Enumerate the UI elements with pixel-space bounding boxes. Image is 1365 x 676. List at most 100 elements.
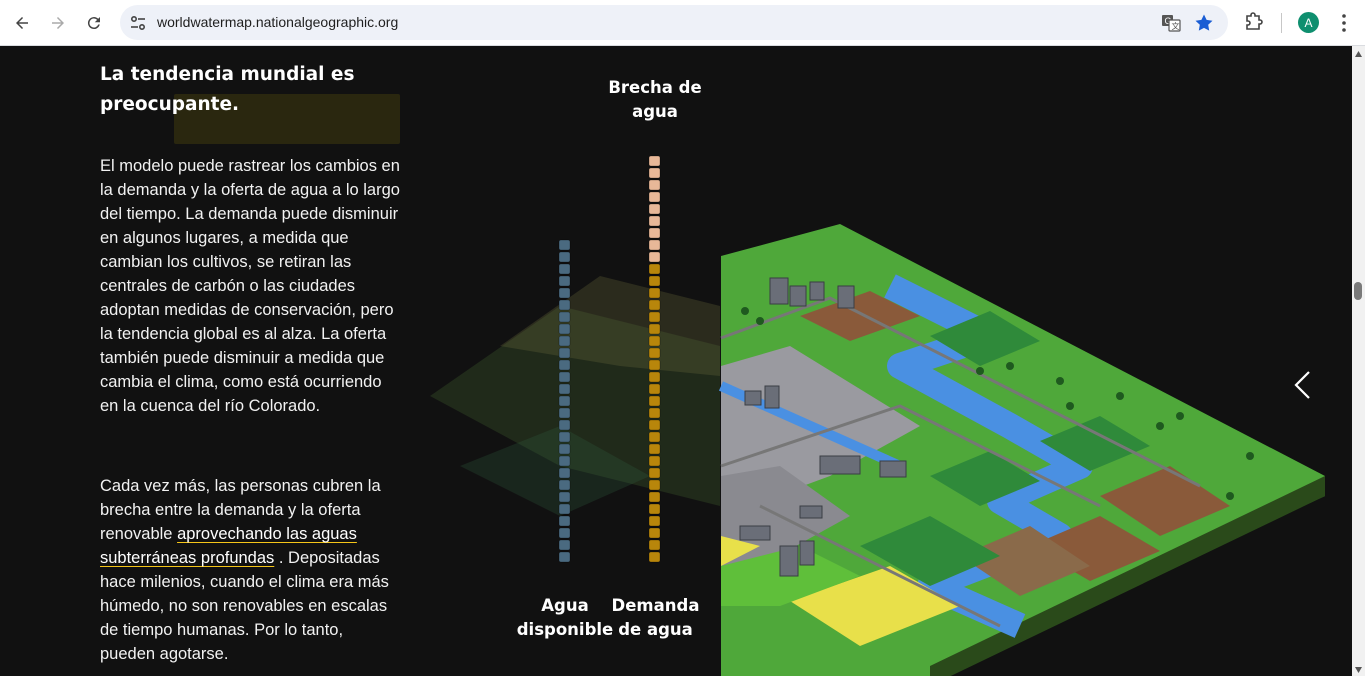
scroll-down-icon[interactable] <box>1354 666 1363 674</box>
supply-block <box>558 527 571 539</box>
scrollbar-thumb[interactable] <box>1354 282 1362 300</box>
arrow-left-icon <box>16 17 28 29</box>
demand-block <box>648 263 661 275</box>
demand-block <box>648 371 661 383</box>
supply-block <box>558 431 571 443</box>
back-button[interactable] <box>8 9 36 37</box>
chevron-left-icon[interactable] <box>1290 370 1316 400</box>
supply-block <box>558 299 571 311</box>
demand-block <box>648 527 661 539</box>
demand-block <box>648 467 661 479</box>
gap-block <box>648 155 661 167</box>
supply-block <box>558 479 571 491</box>
building <box>779 545 799 577</box>
building <box>739 525 771 541</box>
supply-label: Agua disponible <box>516 596 614 639</box>
demand-block <box>648 515 661 527</box>
profile-avatar[interactable]: A <box>1298 12 1319 33</box>
gap-block <box>648 215 661 227</box>
gap-block <box>648 191 661 203</box>
building <box>819 455 861 475</box>
building <box>799 540 815 566</box>
gap-block <box>648 167 661 179</box>
building <box>809 281 825 301</box>
supply-block <box>558 311 571 323</box>
section-heading: La tendencia mundial es preocupante. <box>100 64 355 115</box>
web-page: La tendencia mundial es preocupante. El … <box>0 46 1352 676</box>
building <box>769 277 789 305</box>
reload-icon <box>87 17 100 30</box>
demand-block <box>648 431 661 443</box>
supply-block <box>558 371 571 383</box>
demand-block <box>648 383 661 395</box>
address-bar[interactable]: worldwatermap.nationalgeographic.org G 文 <box>120 5 1228 40</box>
building <box>744 390 762 406</box>
article-paragraph-2: Cada vez más, las personas cubren la bre… <box>100 474 400 666</box>
tree <box>756 317 764 325</box>
building <box>837 285 855 309</box>
more-menu-icon[interactable] <box>1333 12 1355 34</box>
tree <box>1226 492 1234 500</box>
article-paragraph-1-wrap: El modelo puede rastrear los cambios en … <box>100 154 400 418</box>
supply-block <box>558 419 571 431</box>
demand-block <box>648 335 661 347</box>
gap-block <box>648 203 661 215</box>
demand-block <box>648 395 661 407</box>
demand-block <box>648 311 661 323</box>
gap-block <box>648 227 661 239</box>
demand-block <box>648 347 661 359</box>
url-text[interactable]: worldwatermap.nationalgeographic.org <box>157 14 398 30</box>
supply-block <box>558 287 571 299</box>
translate-icon[interactable]: G 文 <box>1161 13 1181 33</box>
demand-block <box>648 491 661 503</box>
supply-block <box>558 407 571 419</box>
tree <box>1176 412 1184 420</box>
demand-block <box>648 479 661 491</box>
supply-block <box>558 263 571 275</box>
page-scrollbar[interactable] <box>1352 46 1365 676</box>
demand-block <box>648 503 661 515</box>
svg-text:文: 文 <box>1172 21 1180 31</box>
tree <box>1066 402 1074 410</box>
demand-block <box>648 539 661 551</box>
site-settings-icon[interactable] <box>128 13 148 33</box>
demand-block <box>648 455 661 467</box>
gap-label: Brecha de agua <box>608 78 702 121</box>
browser-toolbar: worldwatermap.nationalgeographic.org G 文… <box>0 0 1365 46</box>
supply-block <box>558 275 571 287</box>
demand-block <box>648 443 661 455</box>
demand-block <box>648 419 661 431</box>
extensions-icon[interactable] <box>1243 12 1265 34</box>
supply-block <box>558 383 571 395</box>
demand-block <box>648 359 661 371</box>
supply-block <box>558 251 571 263</box>
tree <box>1246 452 1254 460</box>
tree <box>1006 362 1014 370</box>
gap-block <box>648 239 661 251</box>
scroll-up-icon[interactable] <box>1354 50 1363 58</box>
supply-block <box>558 455 571 467</box>
supply-block <box>558 515 571 527</box>
supply-block <box>558 239 571 251</box>
tree <box>1116 392 1124 400</box>
building <box>879 460 907 478</box>
forward-button[interactable] <box>44 9 72 37</box>
demand-block <box>648 275 661 287</box>
tree <box>1156 422 1164 430</box>
supply-block <box>558 503 571 515</box>
tree <box>1056 377 1064 385</box>
tree <box>976 367 984 375</box>
arrow-right-icon <box>52 17 64 29</box>
supply-block <box>558 359 571 371</box>
gap-block <box>648 179 661 191</box>
demand-block <box>648 299 661 311</box>
supply-block <box>558 491 571 503</box>
demand-block <box>648 287 661 299</box>
tree <box>741 307 749 315</box>
article-paragraph-1: El modelo puede rastrear los cambios en … <box>100 157 400 415</box>
supply-block <box>558 467 571 479</box>
bookmark-star-icon[interactable] <box>1194 13 1214 33</box>
reload-button[interactable] <box>80 9 108 37</box>
supply-block <box>558 551 571 563</box>
demand-block <box>648 323 661 335</box>
